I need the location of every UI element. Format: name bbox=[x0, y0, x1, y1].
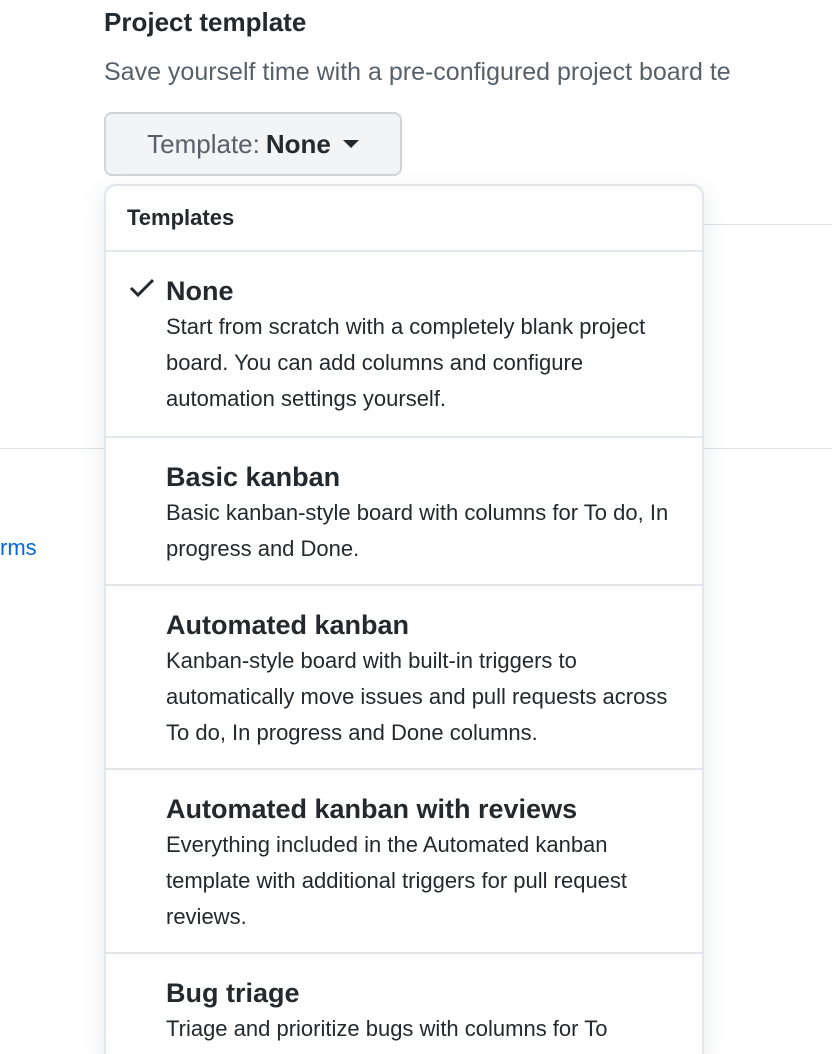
menu-item-description: Everything included in the Automated kan… bbox=[166, 832, 628, 929]
background-divider-top bbox=[700, 224, 832, 225]
menu-item-none[interactable]: None Start from scratch with a completel… bbox=[106, 252, 702, 438]
menu-item-automated-kanban-reviews[interactable]: Automated kanban with reviews Everything… bbox=[106, 770, 702, 954]
caret-down-icon bbox=[342, 140, 359, 148]
menu-item-automated-kanban[interactable]: Automated kanban Kanban-style board with… bbox=[106, 586, 702, 770]
template-select-value: None bbox=[265, 128, 331, 159]
menu-item-name: Basic kanban bbox=[166, 462, 341, 492]
menu-item-description: Kanban-style board with built-in trigger… bbox=[166, 648, 668, 745]
template-select-button[interactable]: Template: None bbox=[104, 112, 402, 176]
check-icon bbox=[129, 278, 155, 298]
menu-item-name: Automated kanban bbox=[166, 610, 410, 640]
menu-item-name: Automated kanban with reviews bbox=[166, 794, 578, 824]
menu-item-basic-kanban[interactable]: Basic kanban Basic kanban-style board wi… bbox=[106, 438, 702, 586]
menu-item-name: Bug triage bbox=[166, 978, 300, 1008]
menu-item-description: Basic kanban-style board with columns fo… bbox=[166, 500, 669, 561]
template-select-prefix: Template: bbox=[147, 128, 260, 159]
section-description: Save yourself time with a pre-configured… bbox=[104, 58, 731, 86]
menu-header: Templates bbox=[106, 186, 702, 252]
menu-item-description: Triage and prioritize bugs with columns … bbox=[166, 1016, 608, 1041]
menu-item-description: Start from scratch with a completely bla… bbox=[166, 314, 646, 411]
section-title: Project template bbox=[104, 7, 307, 37]
template-menu: Templates None Start from scratch with a… bbox=[104, 184, 704, 1054]
menu-item-name: None bbox=[166, 276, 234, 306]
side-link[interactable]: rms bbox=[0, 535, 37, 561]
menu-item-bug-triage[interactable]: Bug triage Triage and prioritize bugs wi… bbox=[106, 954, 702, 1054]
